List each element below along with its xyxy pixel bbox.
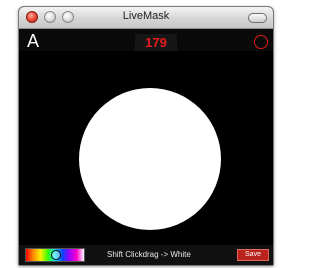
title-bar[interactable]: LiveMask bbox=[19, 7, 273, 29]
toolbar-toggle-button[interactable] bbox=[248, 13, 267, 23]
color-picker-knob[interactable] bbox=[51, 250, 61, 260]
save-button[interactable]: Save bbox=[237, 249, 269, 261]
mode-letter-button[interactable]: A bbox=[27, 32, 39, 50]
hint-text: Shift Clickdrag -> White bbox=[107, 250, 191, 259]
bottom-control-bar: Shift Clickdrag -> White Save bbox=[19, 245, 273, 265]
color-gradient-icon[interactable] bbox=[25, 248, 85, 262]
mask-circle[interactable] bbox=[79, 88, 221, 230]
value-counter[interactable]: 179 bbox=[135, 34, 177, 51]
livemask-window: LiveMask A 179 Shift Clickdrag -> White … bbox=[18, 6, 274, 266]
mask-canvas[interactable] bbox=[19, 51, 273, 245]
window-title: LiveMask bbox=[122, 10, 170, 22]
circle-outline-icon[interactable] bbox=[254, 35, 268, 49]
